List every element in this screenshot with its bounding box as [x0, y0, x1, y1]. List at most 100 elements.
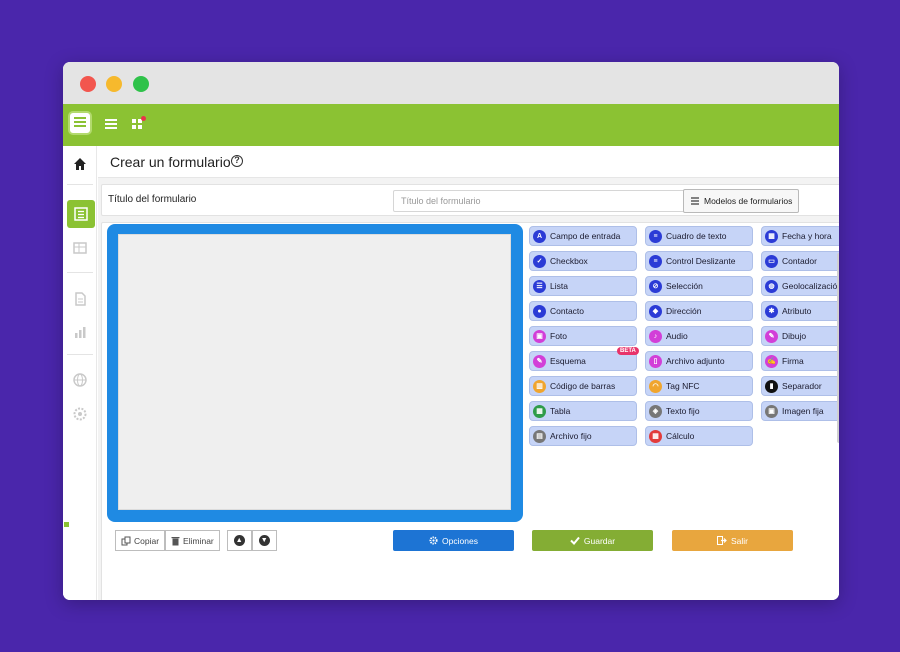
attachment-icon: ▯: [649, 354, 662, 368]
gear-icon: [429, 536, 438, 545]
main-content: Crear un formulario ? Título del formula…: [98, 146, 839, 600]
palette-item[interactable]: ▯ Archivo adjunto: [645, 351, 753, 371]
attribute-icon: ✱: [765, 304, 778, 318]
save-button[interactable]: Guardar: [532, 530, 653, 551]
palette-item-label: Lista: [550, 281, 568, 291]
beta-badge: BETA: [617, 347, 639, 355]
fixed-image-icon: ▣: [765, 404, 778, 418]
app-logo-icon[interactable]: [68, 111, 92, 135]
settings-gear-icon[interactable]: [72, 406, 88, 422]
palette-item-label: Contador: [782, 256, 817, 266]
selection-icon: ⊘: [649, 279, 662, 293]
palette-item-label: Firma: [782, 356, 804, 366]
form-list-icon: [74, 207, 88, 221]
barcode-icon: ▥: [533, 379, 546, 393]
options-button-label: Opciones: [442, 535, 478, 546]
palette-item[interactable]: ☰ Lista: [529, 276, 637, 296]
stats-chart-icon[interactable]: [72, 324, 88, 340]
palette-item-label: Cuadro de texto: [666, 231, 727, 241]
palette-item[interactable]: ▦ Fecha y hora: [761, 226, 839, 246]
app-window: Crear un formulario ? Título del formula…: [63, 62, 839, 600]
sidebar-item-forms[interactable]: [67, 200, 95, 228]
photo-icon: ▣: [533, 329, 546, 343]
app-header-bar: [63, 104, 839, 146]
palette-item-label: Archivo fijo: [550, 431, 592, 441]
fixed-text-icon: ◈: [649, 404, 662, 418]
palette-item-label: Geolocalización: [782, 281, 839, 291]
palette-item-label: Campo de entrada: [550, 231, 621, 241]
move-up-button[interactable]: ▲: [226, 530, 252, 551]
palette-item[interactable]: ✓ Checkbox: [529, 251, 637, 271]
counter-icon: ▭: [765, 254, 778, 268]
delete-button-label: Eliminar: [183, 535, 214, 546]
palette-item[interactable]: ▣ Imagen fija: [761, 401, 839, 421]
sidebar-marker: [64, 522, 69, 527]
minimize-window-button[interactable]: [106, 76, 122, 92]
palette-item-label: Imagen fija: [782, 406, 824, 416]
form-title-label: Título del formulario: [108, 194, 197, 205]
palette-item-label: Código de barras: [550, 381, 616, 391]
palette-item-label: Tag NFC: [666, 381, 700, 391]
form-canvas-frame: [107, 224, 523, 522]
notification-dot: [141, 116, 146, 121]
palette-item[interactable]: ⊘ Selección: [645, 276, 753, 296]
palette-item-label: Audio: [666, 331, 688, 341]
contact-icon: ●: [533, 304, 546, 318]
palette-item-label: Control Deslizante: [666, 256, 736, 266]
move-down-button[interactable]: ▼: [251, 530, 277, 551]
palette-item[interactable]: ◆ Dirección: [645, 301, 753, 321]
palette-item[interactable]: ♪ Audio: [645, 326, 753, 346]
palette-item-label: Selección: [666, 281, 703, 291]
document-icon[interactable]: [72, 291, 88, 307]
palette-item[interactable]: ◈ Texto fijo: [645, 401, 753, 421]
form-templates-label: Modelos de formularios: [704, 196, 793, 206]
pencil-icon: ✎: [533, 354, 546, 368]
palette-item[interactable]: ◍ Geolocalización: [761, 276, 839, 296]
apps-grid-icon[interactable]: [132, 116, 146, 130]
palette-item-label: Foto: [550, 331, 568, 341]
palette-item[interactable]: ▣ Foto: [529, 326, 637, 346]
palette-item-label: Cálculo: [666, 431, 695, 441]
close-window-button[interactable]: [80, 76, 96, 92]
exit-button-label: Salir: [730, 535, 748, 546]
sign-out-icon: [716, 536, 727, 545]
form-canvas-dropzone[interactable]: [118, 234, 511, 510]
palette-item[interactable]: ▭ Contador: [761, 251, 839, 271]
form-title-input[interactable]: [393, 190, 685, 212]
maximize-window-button[interactable]: [133, 76, 149, 92]
table-icon: ▦: [533, 404, 546, 418]
palette-item[interactable]: ≡ Control Deslizante: [645, 251, 753, 271]
palette-scrollbar[interactable]: [837, 253, 839, 443]
palette-item-label: Dibujo: [782, 331, 807, 341]
nfc-icon: ◠: [649, 379, 662, 393]
palette-item[interactable]: ✱ Atributo: [761, 301, 839, 321]
exit-button[interactable]: Salir: [672, 530, 793, 551]
page-title: Crear un formulario: [110, 154, 231, 170]
palette-item[interactable]: ▦ Tabla: [529, 401, 637, 421]
page-header: Crear un formulario ?: [98, 146, 839, 178]
table-view-icon[interactable]: [72, 240, 88, 256]
chevron-down-icon: ▼: [258, 535, 270, 546]
help-icon[interactable]: ?: [231, 155, 243, 167]
trash-icon: [171, 536, 180, 545]
home-icon[interactable]: [72, 156, 88, 172]
palette-item[interactable]: ◠ Tag NFC: [645, 376, 753, 396]
palette-item[interactable]: ✍ Firma: [761, 351, 839, 371]
copy-button[interactable]: Copiar: [115, 530, 166, 551]
palette-item[interactable]: ▥ Código de barras: [529, 376, 637, 396]
palette-item[interactable]: ● Contacto: [529, 301, 637, 321]
palette-item[interactable]: ▮ Separador: [761, 376, 839, 396]
palette-item[interactable]: ✎ Dibujo: [761, 326, 839, 346]
microphone-icon: ♪: [649, 329, 662, 343]
delete-button[interactable]: Eliminar: [165, 530, 220, 551]
palette-item[interactable]: ≡ Cuadro de texto: [645, 226, 753, 246]
slider-icon: ≡: [649, 254, 662, 268]
palette-item[interactable]: ▤ Archivo fijo: [529, 426, 637, 446]
palette-item[interactable]: ▦ Cálculo: [645, 426, 753, 446]
globe-icon[interactable]: [72, 372, 88, 388]
palette-item-label: Archivo adjunto: [666, 356, 725, 366]
form-templates-button[interactable]: Modelos de formularios: [683, 189, 799, 213]
hamburger-menu-icon[interactable]: [105, 119, 117, 129]
options-button[interactable]: Opciones: [393, 530, 514, 551]
palette-item[interactable]: A Campo de entrada: [529, 226, 637, 246]
